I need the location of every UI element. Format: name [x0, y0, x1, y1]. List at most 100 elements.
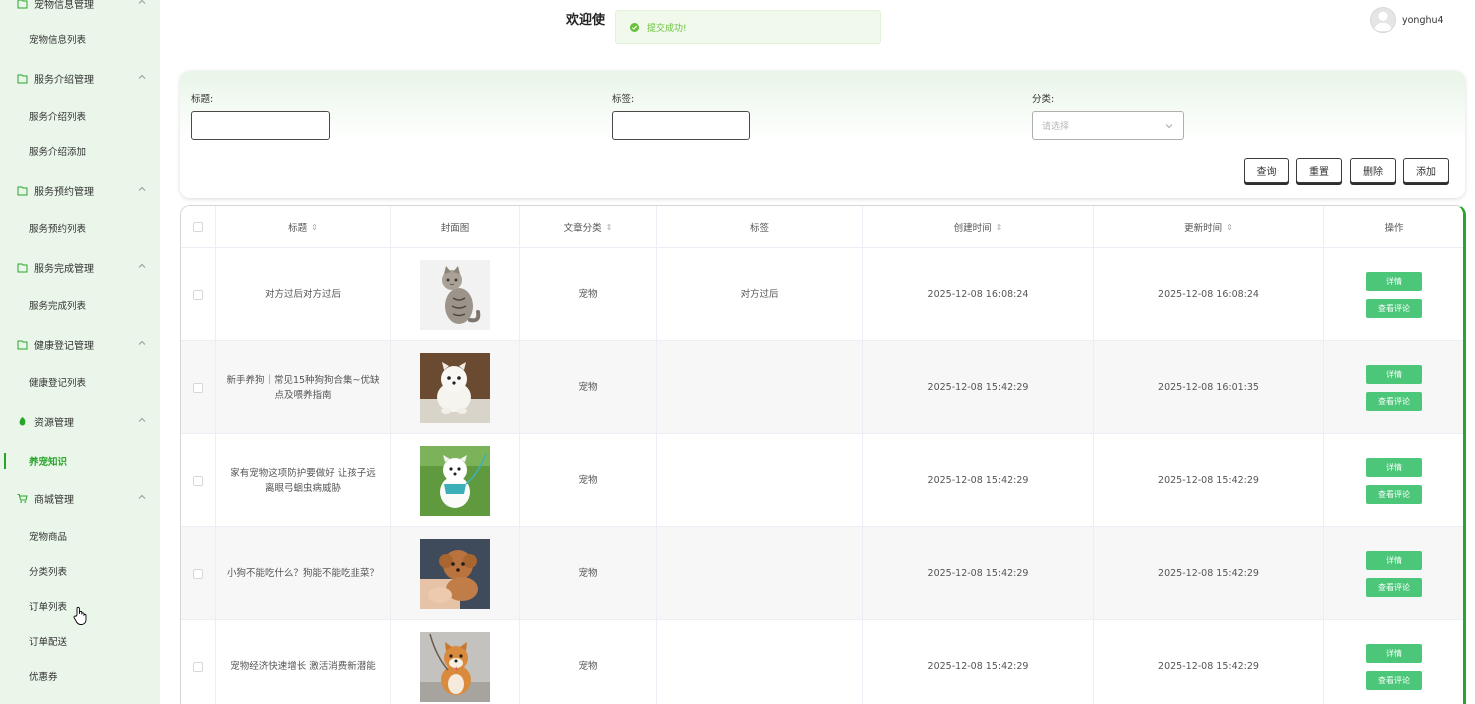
row-checkbox[interactable]	[193, 568, 203, 579]
col-created[interactable]: 创建时间 ⇕	[863, 206, 1094, 248]
title-cell: 家有宠物这项防护要做好 让孩子远离眼弓蛔虫病威胁	[216, 434, 391, 527]
row-checkbox[interactable]	[193, 289, 203, 300]
view-comments-button[interactable]: 查看评论	[1366, 670, 1422, 690]
row-checkbox-cell	[181, 341, 216, 434]
poodle-photo	[420, 538, 490, 609]
menu-group-label: 服务预约管理	[34, 186, 94, 198]
welcome-title: 欢迎使	[566, 13, 606, 28]
view-comments-button[interactable]: 查看评论	[1366, 391, 1422, 411]
actions-cell: 详情 查看评论	[1324, 527, 1463, 620]
detail-button[interactable]: 详情	[1366, 643, 1422, 663]
folder-icon	[17, 0, 28, 9]
tag-cell	[657, 434, 863, 527]
chevron-up-icon	[138, 0, 146, 4]
tag-cell: 对方过后	[657, 248, 863, 341]
menu-item-completion-list[interactable]: 服务完成列表	[0, 290, 160, 320]
sidebar: 宠物信息管理 宠物信息列表 服务介绍管理 服务介绍列表 服务介绍添加 服务预约管…	[0, 0, 160, 704]
actions-cell: 详情 查看评论	[1324, 434, 1463, 527]
cover-cell	[391, 341, 520, 434]
select-all-checkbox[interactable]	[193, 222, 203, 232]
menu-group-label: 服务完成管理	[34, 263, 94, 275]
view-comments-button[interactable]: 查看评论	[1366, 577, 1422, 597]
view-comments-button[interactable]: 查看评论	[1366, 298, 1422, 318]
title-label: 标题:	[191, 94, 214, 105]
menu-group-completion[interactable]: 服务完成管理	[0, 252, 160, 282]
shiba-photo	[420, 631, 490, 702]
col-category[interactable]: 文章分类 ⇕	[520, 206, 657, 248]
folder-icon	[17, 262, 28, 273]
title-input[interactable]	[191, 111, 330, 140]
row-checkbox[interactable]	[193, 661, 203, 672]
row-checkbox-cell	[181, 434, 216, 527]
category-select[interactable]: 请选择	[1032, 111, 1184, 140]
detail-button[interactable]: 详情	[1366, 364, 1422, 384]
title-cell: 小狗不能吃什么？狗能不能吃韭菜？	[216, 527, 391, 620]
white-dog-grass-photo	[420, 445, 490, 516]
menu-item-booking-list[interactable]: 服务预约列表	[0, 213, 160, 243]
table-row: 家有宠物这项防护要做好 让孩子远离眼弓蛔虫病威胁 宠物 2025-12-08 1…	[181, 434, 1463, 527]
col-tag-label: 标签	[749, 223, 769, 234]
detail-button[interactable]: 详情	[1366, 550, 1422, 570]
updated-cell: 2025-12-08 15:42:29	[1094, 527, 1324, 620]
menu-group-service-intro[interactable]: 服务介绍管理	[0, 63, 160, 93]
menu-item-category-list[interactable]: 分类列表	[0, 556, 160, 586]
col-updated[interactable]: 更新时间 ⇕	[1094, 206, 1324, 248]
menu-item-service-intro-add[interactable]: 服务介绍添加	[0, 136, 160, 166]
created-cell: 2025-12-08 15:42:29	[863, 620, 1094, 704]
detail-button[interactable]: 详情	[1366, 271, 1422, 291]
col-title[interactable]: 标题 ⇕	[216, 206, 391, 248]
user-menu[interactable]: yonghu4	[1370, 7, 1444, 33]
cat-photo	[420, 259, 490, 330]
folder-icon	[17, 339, 28, 350]
reset-button[interactable]: 重置	[1296, 158, 1342, 183]
menu-group-mall[interactable]: 商城管理	[0, 483, 160, 513]
table-row: 宠物经济快速增长 激活消费新潜能 宠物 2025-12-08 15:42:29 …	[181, 620, 1463, 704]
articles-table: 标题 ⇕ 封面图 文章分类 ⇕ 标签 创建时间 ⇕ 更新时间 ⇕ 操作 对方过后对方过后…	[180, 205, 1466, 704]
query-button[interactable]: 查询	[1244, 158, 1289, 183]
user-silhouette-icon	[1373, 11, 1393, 31]
created-cell: 2025-12-08 16:08:24	[863, 248, 1094, 341]
tag-cell	[657, 527, 863, 620]
row-checkbox[interactable]	[193, 475, 203, 486]
tag-input[interactable]	[612, 111, 750, 140]
avatar[interactable]	[1370, 7, 1396, 33]
menu-item-health-list[interactable]: 健康登记列表	[0, 367, 160, 397]
menu-group-resources[interactable]: 资源管理	[0, 406, 160, 436]
table-row: 对方过后对方过后 宠物 对方过后 2025-12-08 16:08:24 202…	[181, 248, 1463, 341]
cart-icon	[17, 493, 28, 504]
menu-item-pet-knowledge[interactable]: 养宠知识	[0, 446, 160, 476]
table-row: 小狗不能吃什么？狗能不能吃韭菜？ 宠物 2025-12-08 15:42:29 …	[181, 527, 1463, 620]
success-toast: 提交成功!	[615, 10, 881, 44]
menu-item-pet-goods[interactable]: 宠物商品	[0, 521, 160, 551]
menu-group-label: 服务介绍管理	[34, 74, 94, 86]
detail-button[interactable]: 详情	[1366, 457, 1422, 477]
sort-icon: ⇕	[1226, 222, 1233, 232]
menu-item-coupons[interactable]: 优惠券	[0, 661, 160, 691]
chevron-up-icon	[138, 186, 146, 191]
row-checkbox[interactable]	[193, 382, 203, 393]
delete-button[interactable]: 删除	[1350, 158, 1396, 183]
menu-group-label: 资源管理	[34, 417, 74, 429]
updated-cell: 2025-12-08 16:08:24	[1094, 248, 1324, 341]
check-circle-icon	[630, 22, 639, 32]
chevron-up-icon	[138, 417, 146, 422]
hand-cursor-icon	[73, 606, 87, 625]
menu-item-pet-info-list[interactable]: 宠物信息列表	[0, 24, 160, 54]
created-cell: 2025-12-08 15:42:29	[863, 341, 1094, 434]
category-cell: 宠物	[520, 527, 657, 620]
category-cell: 宠物	[520, 341, 657, 434]
menu-group-booking[interactable]: 服务预约管理	[0, 175, 160, 205]
menu-group-pet-info[interactable]: 宠物信息管理	[0, 0, 160, 18]
add-button[interactable]: 添加	[1403, 158, 1449, 183]
menu-item-service-intro-list[interactable]: 服务介绍列表	[0, 101, 160, 131]
menu-item-order-delivery[interactable]: 订单配送	[0, 626, 160, 656]
created-cell: 2025-12-08 15:42:29	[863, 434, 1094, 527]
cover-cell	[391, 434, 520, 527]
sort-icon: ⇕	[605, 222, 613, 232]
updated-cell: 2025-12-08 16:01:35	[1094, 341, 1324, 434]
table-row: 新手养狗｜常见15种狗狗合集~优缺点及喂养指南 宠物 2025-12-08 15…	[181, 341, 1463, 434]
menu-group-health[interactable]: 健康登记管理	[0, 329, 160, 359]
folder-icon	[17, 73, 28, 84]
view-comments-button[interactable]: 查看评论	[1366, 484, 1422, 504]
cover-cell	[391, 620, 520, 704]
